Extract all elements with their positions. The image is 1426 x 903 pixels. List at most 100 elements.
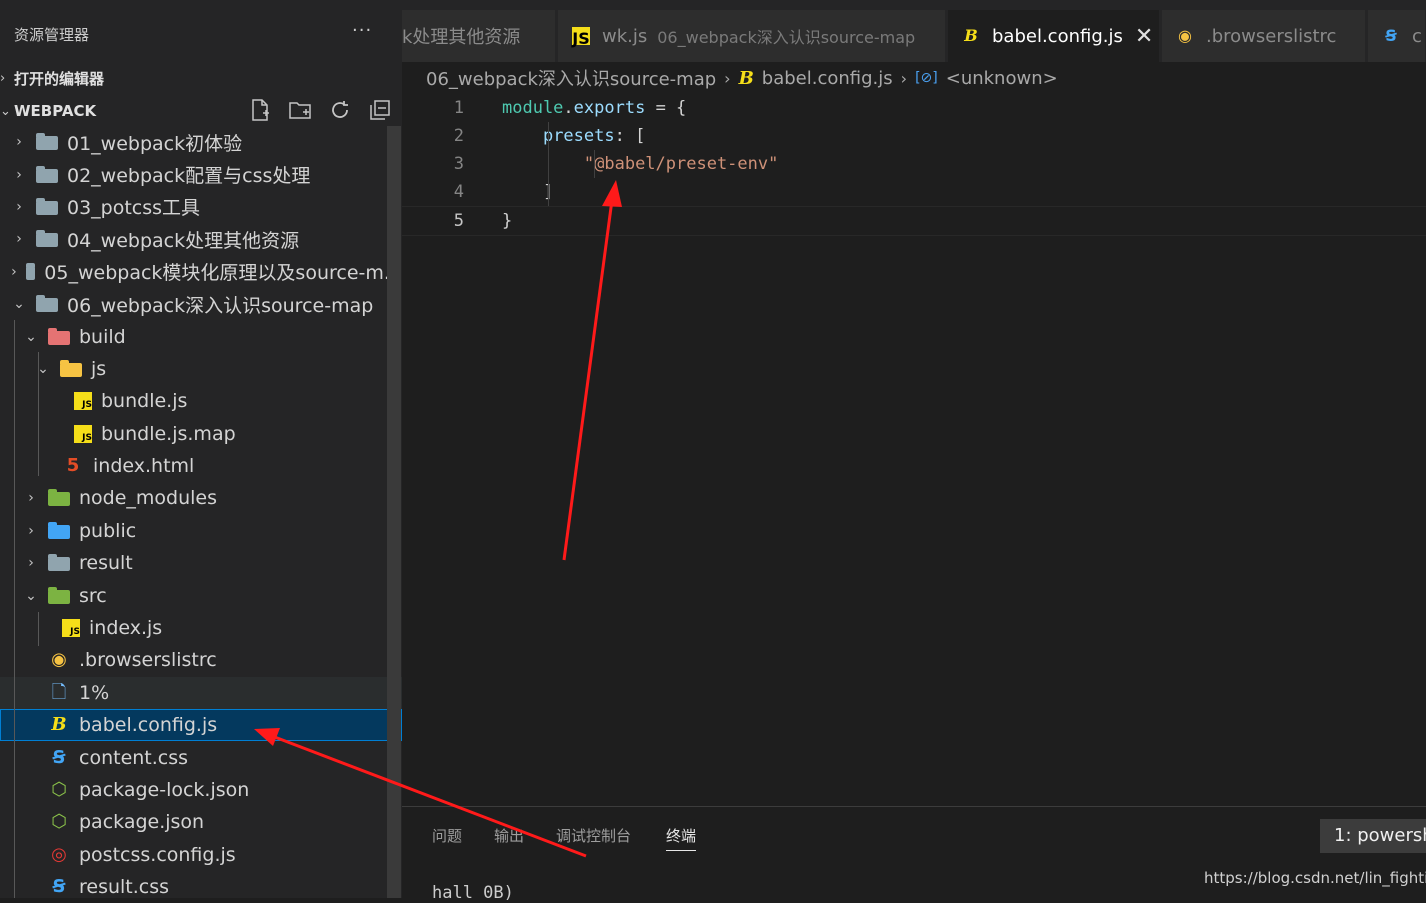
code-line[interactable]: 2 presets: [ — [402, 122, 1426, 150]
html-file-icon: 5 — [66, 455, 80, 477]
more-actions-icon[interactable]: ··· — [352, 20, 372, 41]
tab-wk-js[interactable]: JS wk.js 06_webpack深入认识source-map — [558, 10, 946, 62]
close-icon[interactable]: ✕ — [1135, 24, 1153, 49]
code-editor[interactable]: 1 module.exports = {2 presets: [3 "@babel… — [402, 94, 1426, 806]
tree-item-bundle-js[interactable]: JS bundle.js — [0, 385, 402, 417]
tree-item-result[interactable]: › result — [0, 547, 402, 579]
panel-tab-output[interactable]: 输出 — [494, 825, 524, 846]
tree-item-node-modules[interactable]: › node_modules — [0, 482, 402, 514]
tree-item-label: build — [79, 325, 126, 348]
tab-label: wk.js — [602, 25, 648, 47]
tree-item-label: 05_webpack模块化原理以及source-m... — [44, 262, 402, 285]
open-editors-section[interactable]: › 打开的编辑器 — [0, 65, 104, 91]
tree-item-package-json[interactable]: ⬡ package.json — [0, 806, 402, 838]
tree-item-01[interactable]: › 01_webpack初体验 — [0, 126, 402, 158]
tree-item-index-js[interactable]: JS index.js — [0, 612, 402, 644]
line-number: 5 — [453, 211, 464, 231]
tab-babel-config[interactable]: B babel.config.js ✕ — [948, 10, 1160, 62]
tree-item-index-html[interactable]: 5 index.html — [0, 450, 402, 482]
tree-item-label: 04_webpack处理其他资源 — [67, 229, 300, 252]
folder-icon — [36, 165, 58, 183]
tree-item-package-lock[interactable]: ⬡ package-lock.json — [0, 774, 402, 806]
chevron-right-icon: › — [28, 522, 34, 539]
tree-item-03[interactable]: › 03_potcss工具 — [0, 191, 402, 223]
tree-item-label: 01_webpack初体验 — [67, 132, 243, 155]
code-text: presets: [ — [542, 126, 646, 146]
tab-description: 06_webpack深入认识source-map — [657, 28, 916, 47]
chevron-down-icon: ⌄ — [25, 587, 37, 604]
tree-item-postcss-config[interactable]: ◎ postcss.config.js — [0, 839, 402, 871]
tree-item-babel-config[interactable]: B babel.config.js — [0, 709, 402, 742]
tree-item-label: package-lock.json — [79, 779, 250, 801]
indent-guide — [38, 612, 39, 646]
tree-item-label: bundle.js — [101, 390, 188, 413]
tree-item-02[interactable]: › 02_webpack配置与css处理 — [0, 158, 402, 190]
symbol-variable-icon: [⊘] — [915, 70, 938, 86]
new-file-icon[interactable] — [248, 98, 272, 122]
explorer-title: 资源管理器 — [14, 26, 90, 44]
tab-label: k处理其他资源 — [402, 27, 521, 48]
tree-item-04[interactable]: › 04_webpack处理其他资源 — [0, 223, 402, 255]
tree-item-result-css[interactable]: Ꞩ result.css — [0, 871, 402, 898]
postcss-icon: ◎ — [51, 843, 67, 865]
tree-item-browserslistrc[interactable]: ◉ .browserslistrc — [0, 644, 402, 676]
folder-icon — [36, 197, 58, 215]
terminal-select[interactable]: 1: powersh — [1320, 819, 1426, 853]
breadcrumb: 06_webpack深入认识source-map › B babel.confi… — [426, 64, 1058, 92]
tree-item-label: 03_potcss工具 — [67, 197, 201, 220]
tree-item-1pct[interactable]: 🗋 1% — [0, 676, 402, 710]
breadcrumb-folder[interactable]: 06_webpack深入认识source-map — [426, 65, 716, 91]
indent-guide — [14, 320, 15, 898]
indent-guide — [38, 352, 39, 476]
tree-item-build[interactable]: ⌄ build — [0, 320, 402, 352]
panel-tab-terminal[interactable]: 终端 — [666, 825, 697, 851]
tab-label: babel.config.js — [992, 25, 1123, 47]
tree-item-js[interactable]: ⌄ js — [0, 353, 402, 385]
tree-item-06[interactable]: ⌄ 06_webpack深入认识source-map — [0, 288, 402, 320]
tree-item-label: public — [79, 519, 137, 542]
tab-browserslistrc[interactable]: ◉ .browserslistrc — [1162, 10, 1366, 62]
folder-js-icon — [60, 359, 82, 377]
chevron-right-icon: › — [11, 263, 17, 280]
code-line[interactable]: 4 ] — [402, 178, 1426, 206]
js-file-icon: JS — [572, 27, 590, 48]
workspace-section[interactable]: ⌄ WEBPACK — [0, 98, 96, 124]
tree-item-src[interactable]: ⌄ src — [0, 579, 402, 611]
chevron-right-icon: › — [16, 166, 22, 183]
css-file-icon: Ꞩ — [52, 876, 66, 898]
file-icon: 🗋 — [51, 681, 67, 703]
watermark-text: https://blog.csdn.net/lin_fightin — [1204, 869, 1426, 887]
explorer-sidebar: 资源管理器 ··· › 打开的编辑器 ⌄ WEBPACK › 01_webpac… — [0, 0, 402, 898]
new-folder-icon[interactable] — [288, 98, 312, 122]
refresh-icon[interactable] — [328, 98, 352, 122]
folder-src-icon — [48, 586, 70, 604]
chevron-right-icon: › — [16, 231, 22, 248]
code-text: module.exports = { — [502, 98, 687, 118]
sidebar-scrollbar[interactable] — [387, 126, 401, 898]
breadcrumb-symbol[interactable]: <unknown> — [946, 68, 1058, 89]
tab-css[interactable]: Ꞩ c — [1368, 10, 1426, 62]
workspace-label: WEBPACK — [14, 102, 97, 120]
tree-item-content-css[interactable]: Ꞩ content.css — [0, 741, 402, 773]
code-line[interactable]: 5} — [402, 206, 1426, 236]
tree-item-label: result.css — [79, 876, 170, 898]
code-line[interactable]: 3 "@babel/preset-env" — [402, 150, 1426, 178]
tree-item-label: js — [91, 357, 107, 380]
collapse-all-icon[interactable] — [368, 98, 392, 122]
code-line[interactable]: 1 module.exports = { — [402, 94, 1426, 122]
file-tree: › 01_webpack初体验 › 02_webpack配置与css处理 › 0… — [0, 126, 402, 898]
chevron-down-icon: ⌄ — [25, 328, 37, 345]
open-editors-label: 打开的编辑器 — [14, 69, 105, 88]
line-number: 2 — [453, 126, 464, 146]
panel-tab-problems[interactable]: 问题 — [432, 825, 462, 846]
browserslist-icon: ◉ — [1178, 26, 1192, 45]
tree-item-label: babel.config.js — [79, 714, 218, 737]
panel-tab-debug-console[interactable]: 调试控制台 — [556, 825, 631, 846]
terminal-output: hall 0B) — [432, 883, 514, 903]
tab-webpack-resources[interactable]: k处理其他资源 — [402, 10, 556, 62]
tree-item-bundle-js-map[interactable]: JS bundle.js.map — [0, 418, 402, 450]
breadcrumb-file[interactable]: babel.config.js — [762, 68, 893, 89]
tree-item-label: package.json — [79, 811, 205, 834]
tree-item-05[interactable]: › 05_webpack模块化原理以及source-m... — [0, 256, 402, 288]
tree-item-public[interactable]: › public — [0, 515, 402, 547]
